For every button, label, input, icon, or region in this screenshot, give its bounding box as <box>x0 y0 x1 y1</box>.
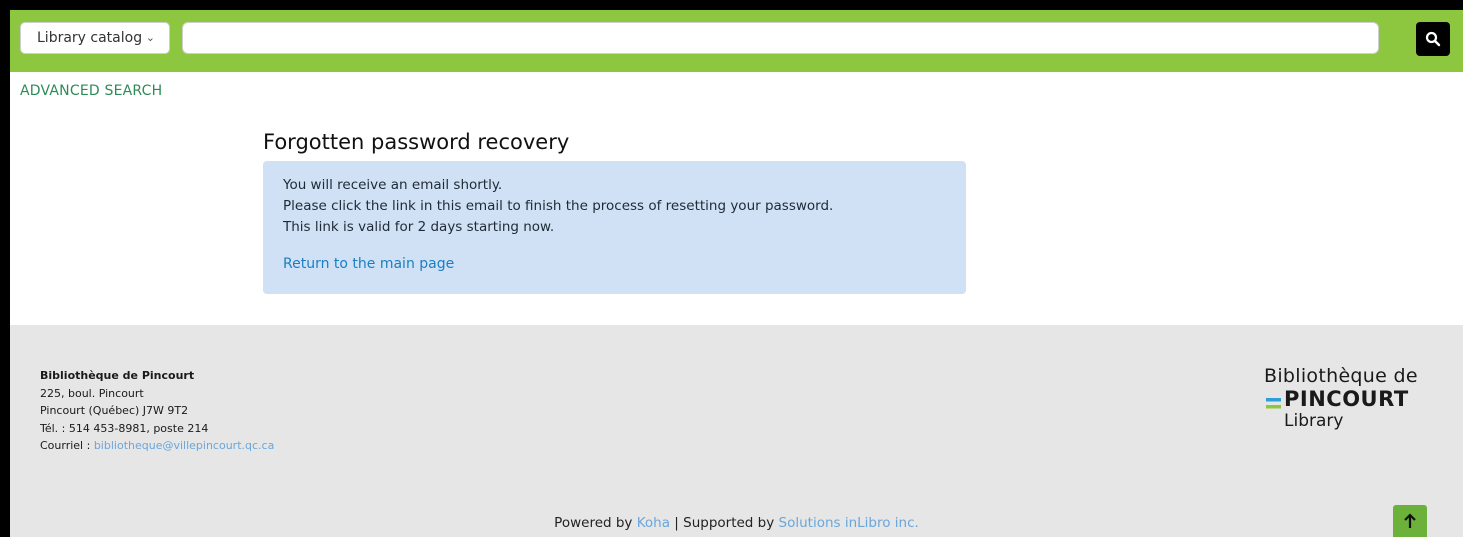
powered-by-label: Powered by <box>554 515 637 531</box>
address-line-2: Pincourt (Québec) J7W 9T2 <box>40 404 189 417</box>
screen-frame-top <box>0 0 1463 10</box>
return-main-page-link[interactable]: Return to the main page <box>283 254 454 275</box>
library-name: Bibliothèque de Pincourt <box>40 369 195 382</box>
logo-line-1: Bibliothèque de <box>1264 365 1418 387</box>
chevron-down-icon: ⌄ <box>145 31 155 44</box>
logo-line-3: Library <box>1284 411 1344 431</box>
inlibro-link[interactable]: Solutions inLibro inc. <box>779 515 919 531</box>
logo-bars-icon <box>1266 398 1281 409</box>
advanced-search-link[interactable]: ADVANCED SEARCH <box>20 83 162 99</box>
supported-by-label: | Supported by <box>670 515 779 531</box>
search-icon <box>1425 31 1441 47</box>
alert-line-1: You will receive an email shortly. <box>283 177 503 193</box>
email-label: Courriel : <box>40 439 94 452</box>
catalog-select[interactable]: Library catalog ⌄ <box>20 22 170 54</box>
email-row: Courriel : bibliotheque@villepincourt.qc… <box>40 437 274 455</box>
page: Library catalog ⌄ ADVANCED SEARCH Forgot… <box>10 10 1463 537</box>
footer: Bibliothèque de Pincourt 225, boul. Pinc… <box>10 325 1463 537</box>
phone: Tél. : 514 453-8981, poste 214 <box>40 421 209 435</box>
page-title: Forgotten password recovery <box>263 130 570 154</box>
logo-line-2: PINCOURT <box>1284 387 1409 411</box>
search-bar: Library catalog ⌄ <box>10 10 1463 72</box>
search-button[interactable] <box>1416 22 1450 56</box>
koha-link[interactable]: Koha <box>637 515 670 531</box>
email-link[interactable]: bibliotheque@villepincourt.qc.ca <box>94 439 275 452</box>
search-input[interactable] <box>182 22 1379 54</box>
library-address: Bibliothèque de Pincourt 225, boul. Pinc… <box>40 367 274 455</box>
alert-line-2: Please click the link in this email to f… <box>283 198 834 214</box>
library-logo: Bibliothèque de PINCOURT Library <box>1264 365 1434 445</box>
back-to-top-button[interactable] <box>1393 505 1427 537</box>
info-alert: You will receive an email shortly. Pleas… <box>263 161 966 294</box>
alert-line-3: This link is valid for 2 days starting n… <box>283 219 555 235</box>
arrow-up-icon <box>1404 513 1416 528</box>
powered-by: Powered by Koha | Supported by Solutions… <box>10 515 1463 531</box>
catalog-select-label: Library catalog <box>37 30 143 46</box>
address-line-1: 225, boul. Pincourt <box>40 386 144 400</box>
screen-frame-left <box>0 0 10 537</box>
